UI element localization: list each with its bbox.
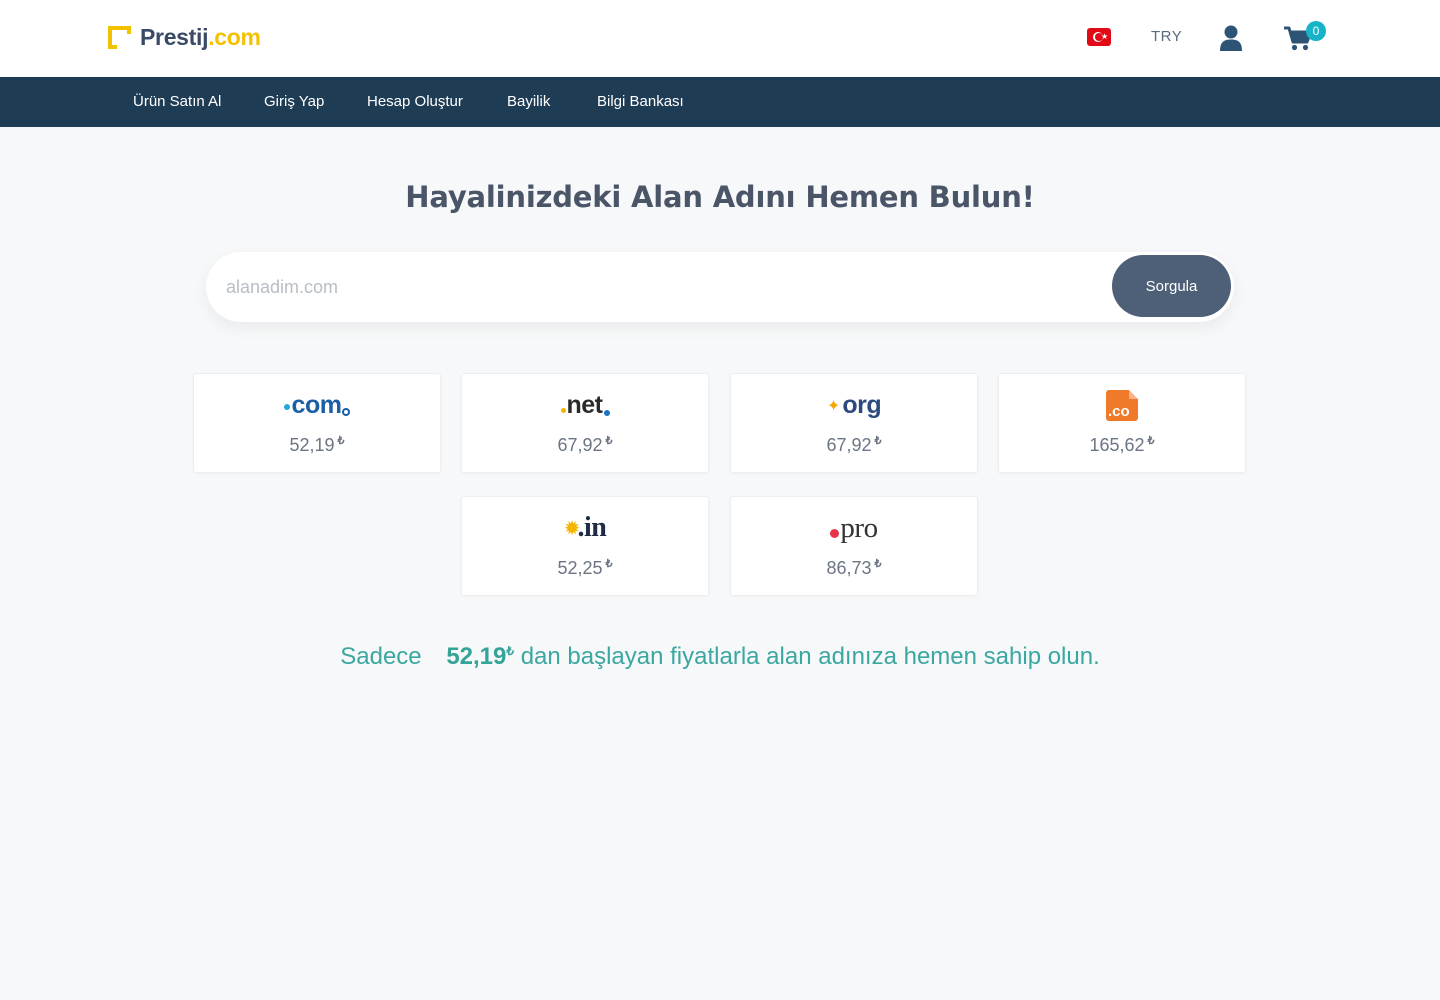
lira-symbol: ₺ [337, 435, 345, 447]
promo-amount: 52,19 [446, 643, 507, 670]
logo-text: Prestij.com [140, 24, 261, 51]
promo-suffix: dan başlayan fiyatlarla alan adınıza hem… [520, 643, 1100, 670]
price-value: 67,92 [826, 435, 872, 455]
pro-logo-icon: pro [731, 511, 977, 545]
tld-card-co[interactable]: .co 165,62 ₺ [998, 373, 1246, 473]
promo-lira-symbol: ₺ [506, 644, 515, 658]
promo-prefix: Sadece [340, 643, 422, 670]
tld-price: 67,92 ₺ [731, 434, 977, 456]
top-header: Prestij.com ★ TRY 0 [0, 0, 1440, 77]
tld-card-pro[interactable]: pro 86,73 ₺ [730, 496, 978, 596]
promo-text: Sadece 52,19₺ dan başlayan fiyatlarla al… [0, 643, 1440, 671]
in-logo-icon: ✹ .in [563, 512, 607, 543]
nav-item-buy-product[interactable]: Ürün Satın Al [133, 77, 221, 127]
net-logo-icon: net [462, 388, 708, 422]
nav-item-register[interactable]: Hesap Oluştur [367, 77, 463, 127]
lira-symbol: ₺ [874, 435, 882, 447]
nav-item-knowledge-base[interactable]: Bilgi Bankası [597, 77, 684, 127]
tld-card-net[interactable]: net 67,92 ₺ [461, 373, 709, 473]
tld-card-in[interactable]: ✹ .in 52,25 ₺ [461, 496, 709, 596]
logo-text-main: Prestij [140, 23, 209, 50]
price-value: 86,73 [826, 558, 872, 578]
tld-price: 86,73 ₺ [731, 557, 977, 579]
domain-search-input[interactable] [226, 270, 1086, 304]
nav-item-login[interactable]: Giriş Yap [264, 77, 324, 127]
logo-mark-icon [108, 25, 131, 49]
nav-item-reseller[interactable]: Bayilik [507, 77, 550, 127]
turkey-flag-icon[interactable]: ★ [1087, 28, 1111, 46]
tld-price: 52,25 ₺ [462, 557, 708, 579]
user-icon[interactable] [1220, 25, 1242, 51]
currency-selector[interactable]: TRY [1151, 28, 1182, 45]
hero-title: Hayalinizdeki Alan Adını Hemen Bulun! [405, 180, 1035, 214]
org-logo-icon: ✦ org [826, 390, 882, 419]
lira-symbol: ₺ [605, 558, 613, 570]
cart-count-badge: 0 [1306, 21, 1326, 41]
price-value: 52,19 [289, 435, 335, 455]
logo-text-tld: .com [208, 23, 261, 50]
tld-card-org[interactable]: ✦ org 67,92 ₺ [730, 373, 978, 473]
main-nav: Ürün Satın Al Giriş Yap Hesap Oluştur Ba… [0, 77, 1440, 127]
lira-symbol: ₺ [605, 435, 613, 447]
price-value: 165,62 [1089, 435, 1145, 455]
price-value: 52,25 [557, 558, 603, 578]
domain-search-bar: Sorgula [206, 252, 1234, 322]
search-button[interactable]: Sorgula [1112, 255, 1231, 317]
tld-price: 67,92 ₺ [462, 434, 708, 456]
lira-symbol: ₺ [1147, 435, 1155, 447]
lira-symbol: ₺ [874, 558, 882, 570]
tld-price: 165,62 ₺ [999, 434, 1245, 456]
co-logo-icon: .co [999, 388, 1245, 422]
tld-price: 52,19 ₺ [194, 434, 440, 456]
price-value: 67,92 [557, 435, 603, 455]
tld-card-com[interactable]: com 52,19 ₺ [193, 373, 441, 473]
site-logo[interactable]: Prestij.com [108, 22, 261, 52]
com-logo-icon: com [194, 388, 440, 422]
